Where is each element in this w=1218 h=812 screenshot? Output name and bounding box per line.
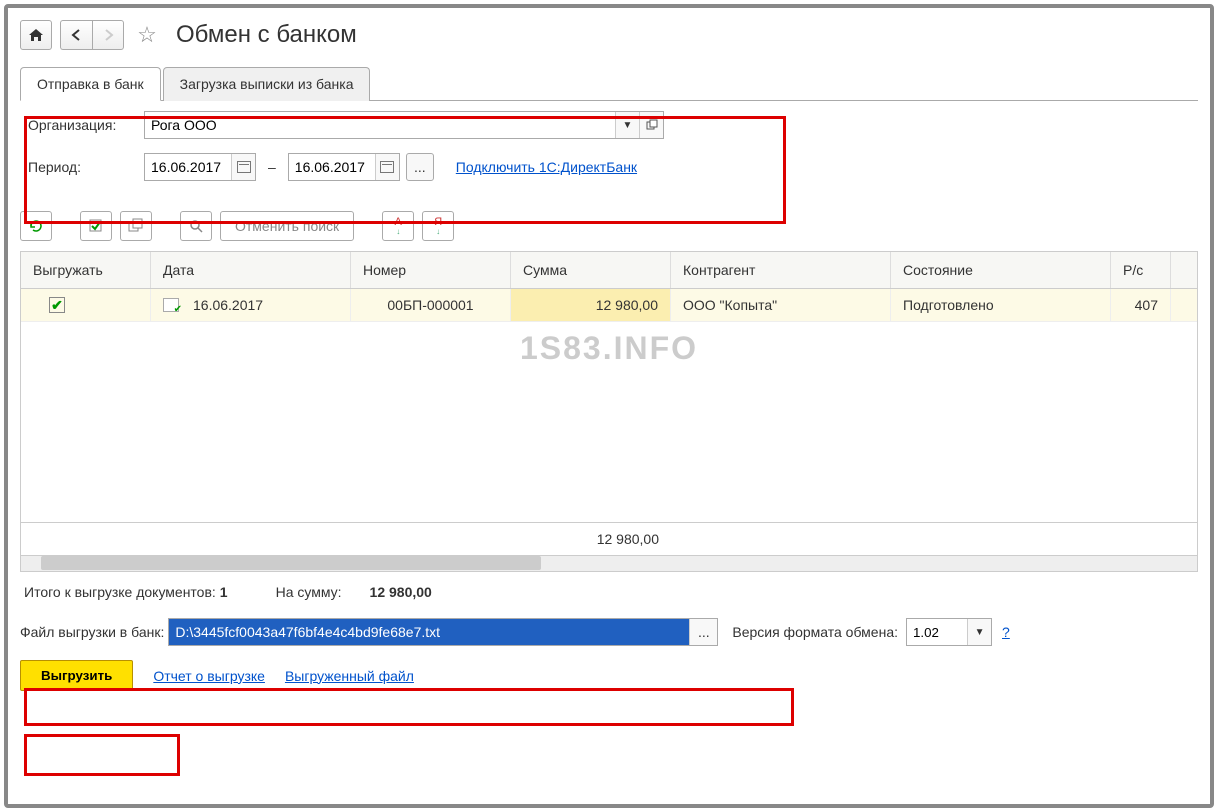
date-from-input[interactable] [144,153,256,181]
organization-combo[interactable]: ▼ [144,111,664,139]
col-date[interactable]: Дата [151,252,351,288]
organization-input[interactable] [145,112,615,138]
version-combo[interactable]: ▼ [906,618,992,646]
back-button[interactable] [60,20,92,50]
date-from-calendar-button[interactable] [231,154,255,180]
export-file-browse-button[interactable]: ... [689,619,717,645]
summary-sum-value: 12 980,00 [370,584,432,600]
date-to-field[interactable] [289,159,375,175]
summary-docs-count: 1 [220,584,228,600]
calendar-icon [237,161,251,173]
organization-dropdown-button[interactable]: ▼ [615,112,639,138]
date-to-input[interactable] [288,153,400,181]
cell-state: Подготовлено [891,289,1111,321]
col-export[interactable]: Выгружать [21,252,151,288]
help-link[interactable]: ? [1002,624,1010,640]
tabs: Отправка в банк Загрузка выписки из банк… [20,66,1198,101]
tab-send-to-bank[interactable]: Отправка в банк [20,67,161,101]
favorite-button[interactable]: ☆ [132,20,162,50]
export-file-input[interactable] [169,619,689,645]
documents-table: Выгружать Дата Номер Сумма Контрагент Со… [20,251,1198,556]
version-label: Версия формата обмена: [732,624,898,640]
summary-docs-label: Итого к выгрузке документов: [24,584,216,600]
tab-load-statement[interactable]: Загрузка выписки из банка [163,67,371,101]
col-sum[interactable]: Сумма [511,252,671,288]
forward-button[interactable] [92,20,124,50]
exported-file-link[interactable]: Выгруженный файл [285,668,414,684]
refresh-button[interactable] [20,211,52,241]
watermark-text: 1S83.INFO [520,330,698,367]
search-button[interactable] [180,211,212,241]
calendar-icon [380,161,394,173]
version-input[interactable] [907,619,967,645]
date-to-calendar-button[interactable] [375,154,399,180]
organization-label: Организация: [28,117,138,133]
direct-bank-link[interactable]: Подключить 1С:ДиректБанк [456,159,637,175]
document-icon [163,298,179,312]
period-dash: – [268,159,276,175]
horizontal-scrollbar[interactable] [20,556,1198,572]
export-report-link[interactable]: Отчет о выгрузке [153,668,265,684]
export-button[interactable]: Выгрузить [20,660,133,691]
check-all-button[interactable] [80,211,112,241]
date-from-field[interactable] [145,159,231,175]
col-account[interactable]: Р/с [1111,252,1171,288]
cell-number: 00БП-000001 [351,289,511,321]
footer-sum: 12 980,00 [511,523,671,555]
version-dropdown-button[interactable]: ▼ [967,619,991,645]
col-number[interactable]: Номер [351,252,511,288]
table-row[interactable]: ✔ 16.06.2017 00БП-000001 12 980,00 ООО "… [21,289,1197,322]
home-button[interactable] [20,20,52,50]
cell-sum: 12 980,00 [511,289,671,321]
page-title: Обмен с банком [176,21,357,49]
organization-open-button[interactable] [639,112,663,138]
summary-sum-label: На сумму: [276,584,342,600]
cancel-search-button[interactable]: Отменить поиск [220,211,354,241]
uncheck-all-button[interactable] [120,211,152,241]
col-state[interactable]: Состояние [891,252,1111,288]
cell-account: 407 [1111,289,1171,321]
row-checkbox[interactable]: ✔ [49,297,65,313]
period-ellipsis-button[interactable]: ... [406,153,434,181]
cell-contragent: ООО "Копыта" [671,289,891,321]
sort-desc-button[interactable]: Я↓ [422,211,454,241]
cell-date: 16.06.2017 [193,297,263,313]
sort-asc-button[interactable]: А↓ [382,211,414,241]
export-file-label: Файл выгрузки в банк: [20,624,164,640]
period-label: Период: [28,159,138,175]
col-contragent[interactable]: Контрагент [671,252,891,288]
